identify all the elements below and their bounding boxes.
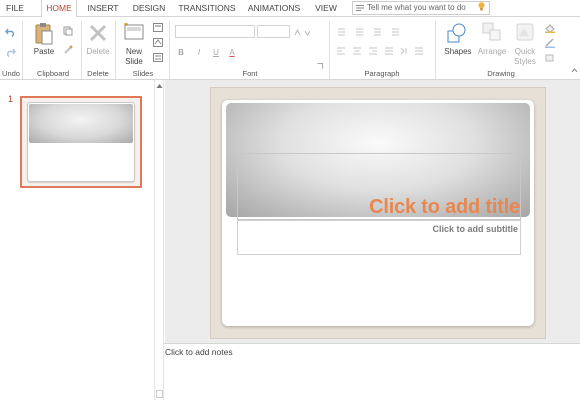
group-label-undo: Undo [2,69,20,78]
redo-icon[interactable] [5,47,16,57]
tab-animations[interactable]: ANIMATIONS [245,0,303,17]
section-icon[interactable] [153,53,163,62]
delete-x-icon[interactable] [88,23,108,43]
ribbon-tab-bar: FILE HOME INSERT DESIGN TRANSITIONS ANIM… [0,0,580,18]
slide-thumbnail-image [27,102,135,182]
new-slide-icon[interactable] [124,23,144,41]
title-placeholder-text[interactable]: Click to add title [369,196,520,219]
align-buttons-row[interactable] [336,47,426,57]
tab-file[interactable]: FILE [4,0,26,17]
arrange-icon[interactable] [482,22,502,42]
ribbon-separator [22,21,23,79]
shapes-icon[interactable] [446,22,468,44]
ribbon-separator [169,21,170,79]
new-slide-label-line2[interactable]: Slide [119,57,149,66]
paste-button-label[interactable]: Paste [29,47,59,56]
scroll-down-box[interactable] [156,390,163,398]
arrange-button-label[interactable]: Arrange [476,47,508,56]
decrease-font-icon[interactable] [304,29,311,36]
ribbon-separator [115,21,116,79]
increase-font-icon[interactable] [294,29,301,36]
group-label-delete: Delete [87,69,109,78]
tell-me-search-input[interactable]: Tell me what you want to do [352,1,490,15]
tab-transitions[interactable]: TRANSITIONS [176,0,238,17]
tab-home[interactable]: HOME [41,0,77,18]
group-label-clipboard: Clipboard [36,69,70,78]
tab-view[interactable]: VIEW [311,0,341,17]
slide[interactable]: Click to add title Click to add subtitle [222,100,534,326]
group-label-drawing: Drawing [487,69,515,78]
ribbon-home: Undo Paste Clipboard Delete Delete New S… [0,17,580,80]
group-label-slides: Slides [132,69,154,78]
delete-button-label[interactable]: Delete [83,47,113,56]
font-name-dropdown[interactable] [175,25,255,38]
subtitle-placeholder-text[interactable]: Click to add subtitle [432,224,518,234]
quick-styles-label-line1[interactable]: Quick [509,47,541,56]
shapes-button-label[interactable]: Shapes [441,47,475,56]
tell-me-placeholder: Tell me what you want to do [367,3,466,12]
font-size-dropdown[interactable] [257,25,290,38]
reset-slide-icon[interactable] [153,38,163,47]
format-painter-icon[interactable] [63,45,73,55]
tab-insert[interactable]: INSERT [84,0,122,17]
slide-number: 1 [8,94,14,104]
copy-icon[interactable] [63,26,73,36]
shape-outline-icon[interactable] [544,38,556,48]
ribbon-separator [81,21,82,79]
lightbulb-icon[interactable] [478,2,485,11]
group-label-font: Font [242,69,258,78]
layout-icon[interactable] [153,23,163,32]
list-buttons-row[interactable] [336,27,426,37]
bold-button[interactable]: B [177,48,185,57]
thumbnail-header-band [29,104,133,143]
scroll-up-arrow-icon[interactable] [156,83,163,89]
font-color-button[interactable]: A [228,48,236,57]
thumbnail-scrollbar[interactable] [154,80,164,400]
quick-styles-label-line2[interactable]: Styles [509,57,541,66]
notes-placeholder[interactable]: Click to add notes [165,347,233,357]
notes-pane[interactable]: Click to add notes [164,343,580,400]
undo-icon[interactable] [5,27,16,37]
shape-fill-icon[interactable] [544,23,556,33]
italic-button[interactable]: I [195,48,203,57]
tell-me-lines-icon [356,5,364,11]
tab-design[interactable]: DESIGN [129,0,169,17]
underline-button[interactable]: U [212,48,220,57]
group-label-paragraph: Paragraph [364,69,400,78]
shape-effects-icon[interactable] [544,53,556,63]
paste-icon[interactable] [34,22,54,46]
slide-thumbnail-selected[interactable] [20,96,142,188]
subtitle-placeholder-box[interactable]: Click to add subtitle [237,220,521,255]
quick-styles-icon[interactable] [515,22,535,42]
collapse-ribbon-icon[interactable] [571,67,578,74]
new-slide-label-line1[interactable]: New [119,47,149,56]
